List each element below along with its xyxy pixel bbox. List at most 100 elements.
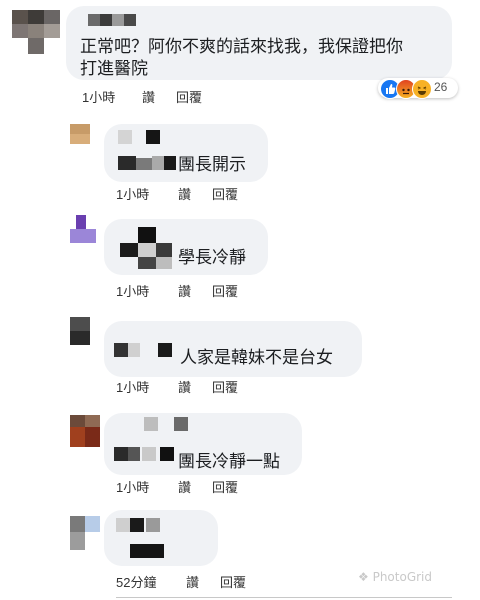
reply-link[interactable]: 回覆: [212, 477, 238, 496]
mention-pixels: [130, 544, 164, 558]
comment-time[interactable]: 1小時: [116, 477, 178, 496]
mention-pixel: [120, 243, 138, 257]
comment-actions: 1小時 讚 回覆: [82, 87, 202, 106]
avatar-pixel: [85, 427, 100, 447]
comment-actions: 1小時 讚 回覆: [116, 184, 238, 203]
name-pixel: [146, 518, 160, 532]
avatar-pixel: [70, 427, 85, 447]
reaction-count: 26: [434, 80, 448, 94]
avatar-pixel: [70, 124, 90, 134]
avatar[interactable]: [70, 415, 100, 447]
comment-actions: 1小時 讚 回覆: [116, 281, 238, 300]
haha-icon: [412, 79, 432, 99]
comment-text: 人家是韓妹不是台女: [180, 348, 333, 367]
mention-pixel: [142, 447, 156, 461]
mention-pixel: [164, 156, 176, 170]
avatar-pixel: [28, 10, 44, 24]
commenter-name[interactable]: [116, 518, 160, 532]
commenter-name[interactable]: [118, 130, 162, 144]
watermark-text: PhotoGrid: [372, 570, 433, 584]
like-link[interactable]: 讚: [178, 184, 212, 203]
avatar-pixel: [12, 24, 28, 38]
comment-text: 團長冷靜一點: [178, 452, 280, 471]
avatar-pixel: [70, 532, 85, 550]
avatar[interactable]: [12, 10, 60, 54]
name-pixel: [130, 518, 144, 532]
comment-text: 打進醫院: [80, 59, 148, 78]
comment-text: 正常吧？阿你不爽的話來找我，我保證把你: [80, 37, 403, 56]
name-pixel: [124, 14, 136, 26]
avatar-pixel: [12, 10, 28, 24]
avatar[interactable]: [70, 516, 100, 550]
mention-pixel: [160, 447, 174, 461]
avatar-pixel: [70, 331, 90, 345]
like-link[interactable]: 讚: [178, 477, 212, 496]
mention-pixel: [118, 156, 136, 170]
avatar-pixel: [70, 415, 85, 427]
mention-pixel: [138, 243, 156, 257]
name-pixel: [88, 14, 100, 26]
like-link[interactable]: 讚: [142, 87, 176, 106]
comment-6: 52分鐘 讚 回覆: [0, 500, 480, 600]
comment-bubble: [104, 510, 218, 566]
mention-pixel: [138, 227, 156, 243]
comment-time[interactable]: 1小時: [116, 377, 178, 396]
avatar-pixel: [44, 10, 60, 24]
mention-pixel: [128, 343, 140, 357]
comment-time[interactable]: 52分鐘: [116, 572, 186, 591]
avatar-pixel: [70, 134, 90, 144]
mention-pixels: [114, 343, 178, 359]
comment-text: 學長冷靜: [178, 248, 246, 267]
avatar-pixel: [44, 24, 60, 38]
commenter-name[interactable]: [144, 417, 188, 431]
avatar-pixel: [76, 215, 86, 229]
mention-pixels: [118, 156, 178, 172]
mention-pixel: [156, 257, 172, 269]
avatar-pixel: [85, 516, 100, 532]
comment-time[interactable]: 1小時: [116, 184, 178, 203]
divider: [116, 597, 452, 598]
reply-link[interactable]: 回覆: [212, 281, 238, 300]
name-pixel: [144, 417, 158, 431]
reply-link[interactable]: 回覆: [220, 572, 246, 591]
avatar-pixel: [70, 516, 85, 532]
name-pixel: [116, 518, 130, 532]
comment-time[interactable]: 1小時: [82, 87, 142, 106]
name-pixel: [146, 130, 160, 144]
like-link[interactable]: 讚: [186, 572, 220, 591]
commenter-name[interactable]: [88, 14, 136, 26]
reply-link[interactable]: 回覆: [176, 87, 202, 106]
mention-pixel: [136, 158, 152, 170]
avatar[interactable]: [70, 215, 96, 243]
avatar-pixel: [70, 229, 96, 243]
comment-1: 正常吧？阿你不爽的話來找我，我保證把你 打進醫院 1小時 讚 回覆 26: [0, 0, 480, 110]
mention-pixels: [114, 447, 178, 463]
avatar-pixel: [28, 24, 44, 38]
name-pixel: [112, 14, 124, 26]
mention-pixel: [138, 257, 156, 269]
comment-bubble: 團長開示: [104, 124, 268, 182]
like-link[interactable]: 讚: [178, 281, 212, 300]
like-link[interactable]: 讚: [178, 377, 212, 396]
comment-actions: 1小時 讚 回覆: [116, 477, 238, 496]
avatar-pixel: [85, 415, 100, 427]
name-pixel: [118, 130, 132, 144]
comment-4: 人家是韓妹不是台女 1小時 讚 回覆: [0, 305, 480, 405]
comment-actions: 52分鐘 讚 回覆: [116, 572, 246, 591]
comment-time[interactable]: 1小時: [116, 281, 178, 300]
mention-pixels: [114, 227, 174, 271]
comment-2: 團長開示 1小時 讚 回覆: [0, 110, 480, 205]
name-pixel: [100, 14, 112, 26]
comment-5: 團長冷靜一點 1小時 讚 回覆: [0, 405, 480, 500]
reaction-summary[interactable]: 26: [378, 78, 458, 99]
avatar[interactable]: [70, 124, 90, 144]
comment-3: 學長冷靜 1小時 讚 回覆: [0, 205, 480, 305]
name-pixel: [174, 417, 188, 431]
reply-link[interactable]: 回覆: [212, 184, 238, 203]
avatar[interactable]: [70, 317, 90, 345]
mention-pixel: [114, 343, 128, 357]
comment-bubble: 正常吧？阿你不爽的話來找我，我保證把你 打進醫院: [66, 6, 452, 80]
reply-link[interactable]: 回覆: [212, 377, 238, 396]
mention-pixel: [114, 447, 128, 461]
comment-bubble: 學長冷靜: [104, 219, 268, 275]
